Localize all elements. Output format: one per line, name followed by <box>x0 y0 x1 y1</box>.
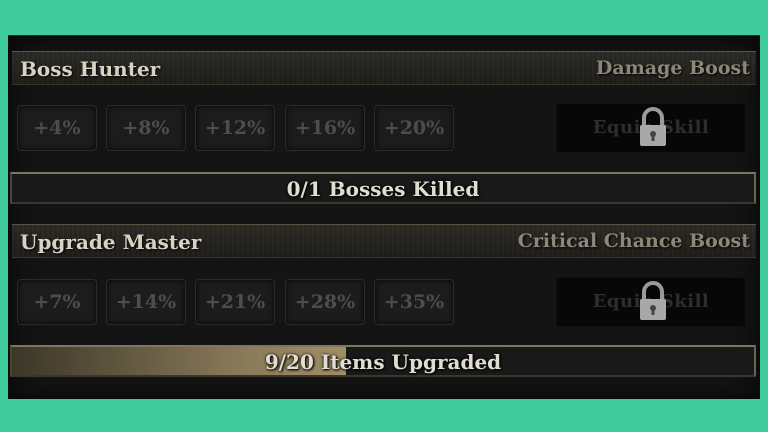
skill-title: Upgrade Master <box>20 230 202 254</box>
tier-2: +8% <box>106 105 186 151</box>
tier-4: +16% <box>285 105 365 151</box>
skill-boost-type: Critical Chance Boost <box>517 230 750 252</box>
skill-header: Boss Hunter Damage Boost <box>12 51 756 85</box>
tier-2: +14% <box>106 279 186 325</box>
skill-boost-type: Damage Boost <box>595 57 750 79</box>
progress-bar: 9/20 Items Upgraded <box>10 345 756 377</box>
progress-text: 0/1 Bosses Killed <box>286 177 480 201</box>
tier-3: +21% <box>195 279 275 325</box>
tier-5: +35% <box>374 279 454 325</box>
progress-text: 9/20 Items Upgraded <box>264 350 502 374</box>
padlock-icon <box>640 281 666 320</box>
skills-panel: Boss Hunter Damage Boost +4% +8% +12% +1… <box>8 35 760 399</box>
tier-1: +4% <box>17 105 97 151</box>
padlock-icon <box>640 107 666 146</box>
tier-1: +7% <box>17 279 97 325</box>
progress-bar: 0/1 Bosses Killed <box>10 172 756 204</box>
skill-title: Boss Hunter <box>20 57 161 81</box>
tier-5: +20% <box>374 105 454 151</box>
equip-skill-button[interactable]: Equip Skill <box>556 103 746 153</box>
skill-header: Upgrade Master Critical Chance Boost <box>12 224 756 258</box>
equip-skill-button[interactable]: Equip Skill <box>556 277 746 327</box>
tier-3: +12% <box>195 105 275 151</box>
tier-4: +28% <box>285 279 365 325</box>
